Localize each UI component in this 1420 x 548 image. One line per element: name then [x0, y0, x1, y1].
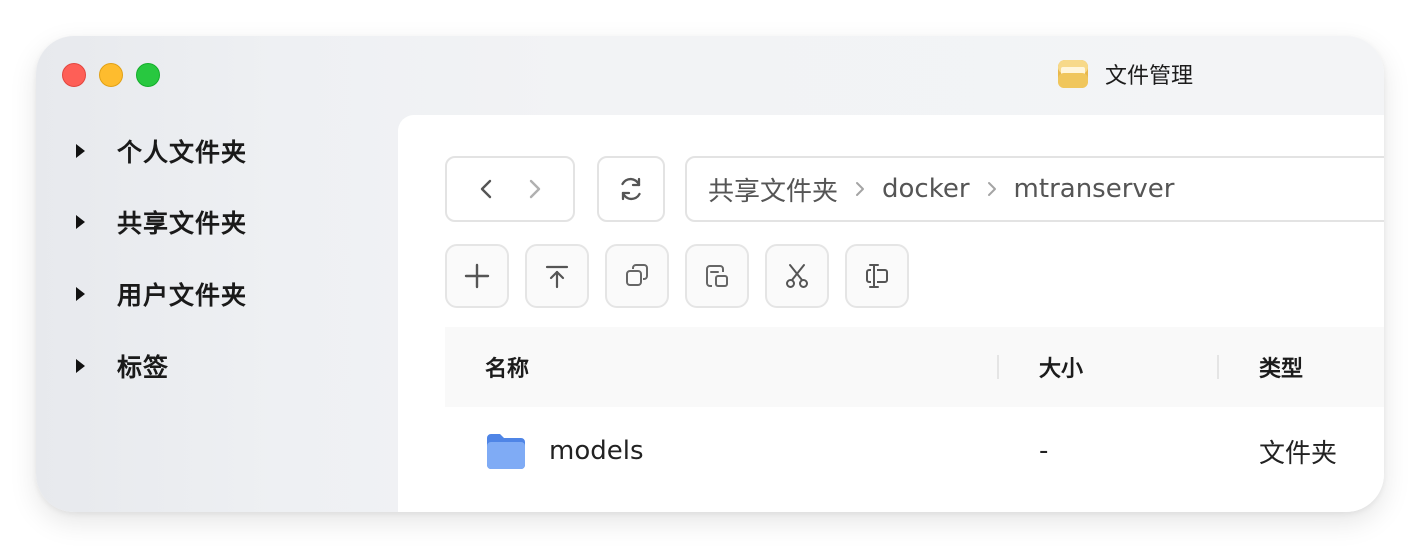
copy-icon	[626, 264, 648, 286]
sidebar-item-shared-folder[interactable]: 共享文件夹	[76, 202, 247, 242]
sidebar-item-label: 标签	[117, 353, 170, 382]
cut-button[interactable]	[765, 244, 829, 308]
zoom-window-button[interactable]	[136, 63, 160, 87]
chevron-right-icon	[854, 180, 866, 198]
column-header-name[interactable]: 名称	[485, 327, 529, 407]
copy-button[interactable]	[605, 244, 669, 308]
forward-button[interactable]	[518, 173, 550, 205]
paste-button[interactable]	[685, 244, 749, 308]
main-panel: 共享文件夹 docker mtranserver 名称 大小 类型 models…	[398, 115, 1384, 512]
table-header: 名称 大小 类型	[445, 327, 1384, 407]
sidebar-item-label: 共享文件夹	[117, 209, 248, 238]
rename-button[interactable]	[845, 244, 909, 308]
file-name: models	[549, 436, 644, 466]
history-nav	[445, 156, 575, 222]
sidebar-item-user-folder[interactable]: 用户文件夹	[76, 274, 247, 314]
table-row[interactable]: models - 文件夹	[445, 415, 1384, 487]
action-toolbar	[445, 244, 925, 308]
chevron-right-icon	[529, 179, 540, 199]
refresh-icon	[621, 177, 641, 201]
file-type: 文件夹	[1259, 438, 1338, 469]
folder-icon	[487, 434, 525, 469]
close-window-button[interactable]	[62, 63, 86, 87]
breadcrumb-item-mtranserver[interactable]: mtranserver	[1014, 174, 1175, 204]
window-title: 文件管理	[1105, 64, 1194, 89]
minimize-window-button[interactable]	[99, 63, 123, 87]
breadcrumb-item-docker[interactable]: docker	[882, 174, 970, 204]
file-size: -	[1039, 436, 1049, 466]
breadcrumb-item-shared-folder[interactable]: 共享文件夹	[708, 171, 838, 208]
folder-app-icon	[1057, 58, 1089, 90]
upload-button[interactable]	[525, 244, 589, 308]
column-header-type[interactable]: 类型	[1259, 327, 1303, 407]
chevron-left-icon	[480, 179, 491, 199]
plus-icon	[464, 263, 490, 289]
sidebar-item-tags[interactable]: 标签	[76, 346, 169, 386]
scissors-icon	[786, 264, 808, 288]
sidebar-item-label: 个人文件夹	[117, 138, 248, 167]
breadcrumb[interactable]: 共享文件夹 docker mtranserver	[685, 156, 1384, 222]
file-manager-window: 文件管理 个人文件夹 共享文件夹 用户文件夹 标签 共享文件夹 docker m…	[36, 36, 1384, 512]
chevron-right-icon	[986, 180, 998, 198]
upload-icon	[545, 265, 569, 289]
file-name-cell: models	[485, 415, 644, 487]
column-divider[interactable]	[1217, 355, 1219, 379]
caret-right-icon[interactable]	[76, 359, 85, 373]
sidebar-item-label: 用户文件夹	[117, 281, 248, 310]
back-button[interactable]	[471, 173, 503, 205]
refresh-button[interactable]	[597, 156, 665, 222]
column-header-size[interactable]: 大小	[1039, 327, 1083, 407]
caret-right-icon[interactable]	[76, 287, 85, 301]
caret-right-icon[interactable]	[76, 144, 85, 158]
sidebar-item-personal-folder[interactable]: 个人文件夹	[76, 131, 247, 171]
new-button[interactable]	[445, 244, 509, 308]
titlebar: 文件管理	[1057, 58, 1193, 90]
rename-icon	[866, 264, 888, 288]
window-controls	[62, 63, 173, 87]
paste-icon	[706, 265, 728, 287]
caret-right-icon[interactable]	[76, 215, 85, 229]
column-divider[interactable]	[997, 355, 999, 379]
